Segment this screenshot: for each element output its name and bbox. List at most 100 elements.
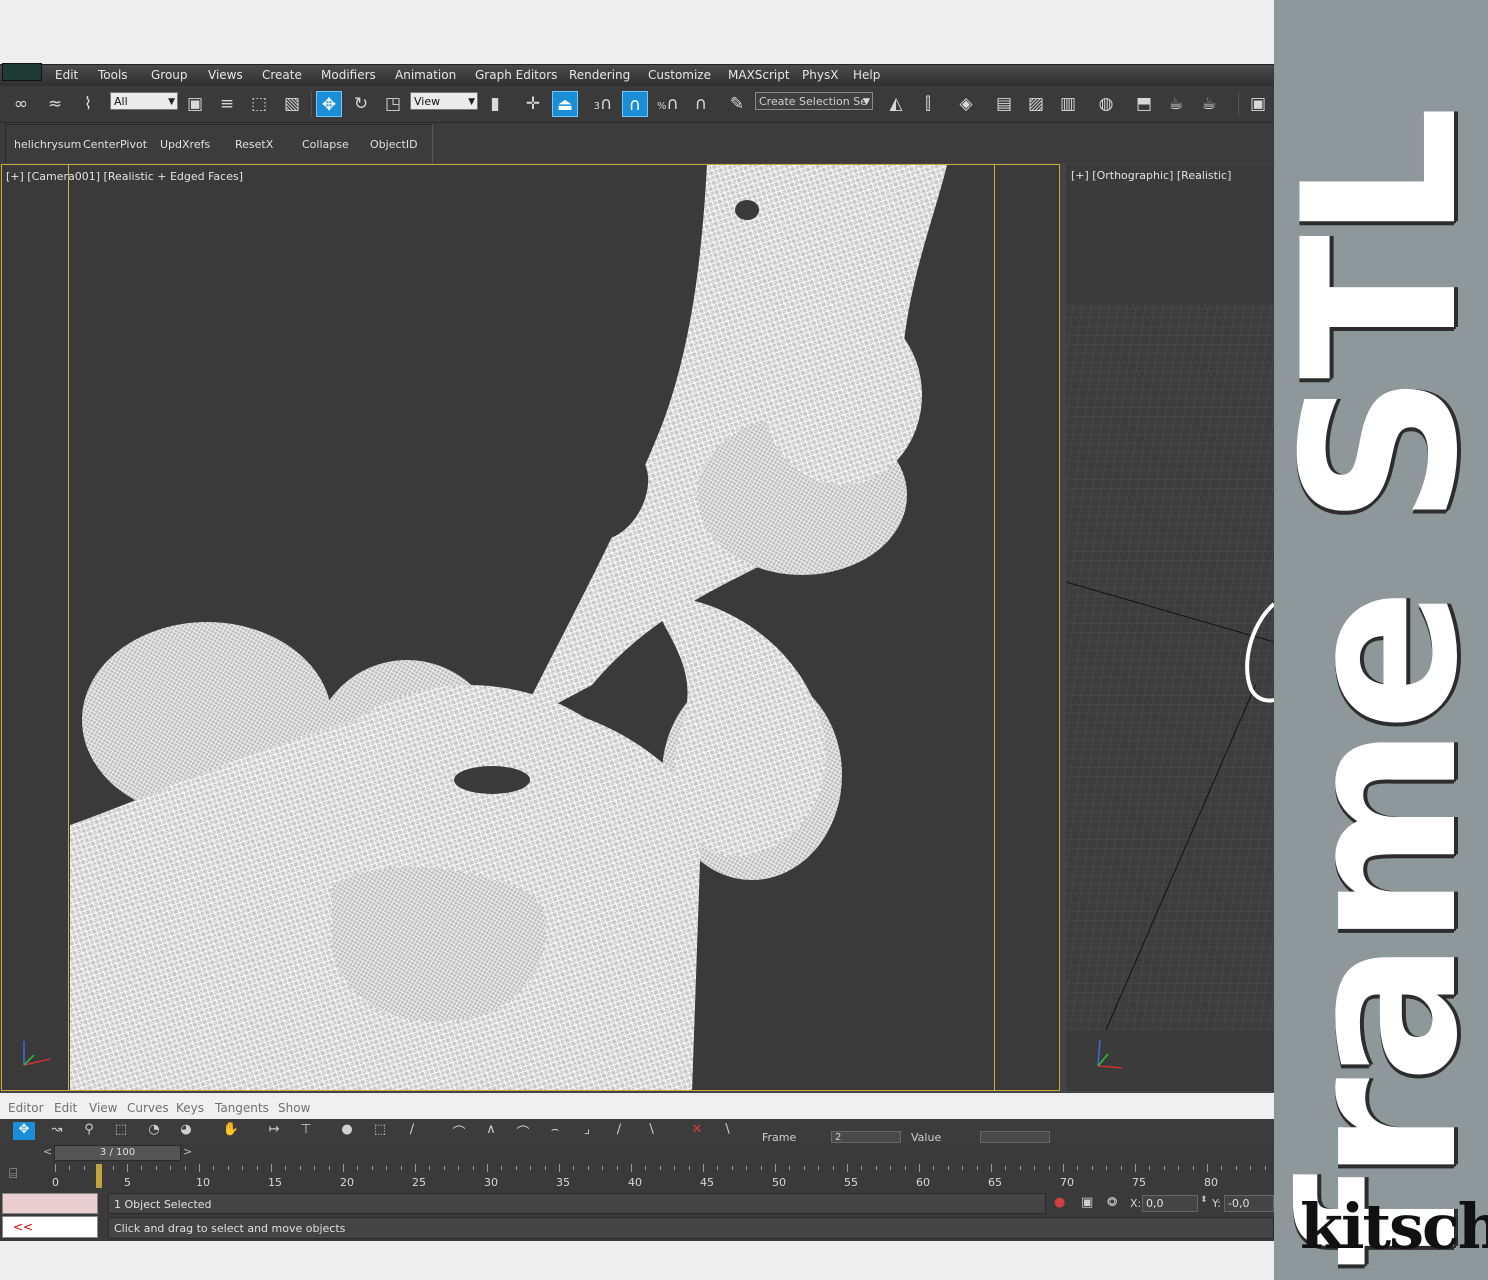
link-icon[interactable]: ∞ — [8, 91, 34, 117]
curve-menu-keys[interactable]: Keys — [176, 1101, 204, 1115]
tangent-linear-icon[interactable]: ∕ — [608, 1122, 630, 1140]
maxscript-listener-output[interactable] — [2, 1193, 98, 1214]
slide-keys-icon[interactable]: ↝ — [46, 1122, 68, 1140]
menu-modifiers[interactable]: Modifiers — [321, 68, 376, 82]
time-slider-prev[interactable]: < — [43, 1145, 52, 1158]
app-logo-icon[interactable] — [2, 63, 42, 81]
material-editor-icon[interactable]: ◍ — [1093, 91, 1119, 117]
curve-menu-editor[interactable]: Editor — [8, 1101, 44, 1115]
menu-help[interactable]: Help — [853, 68, 880, 82]
retime-icon[interactable]: ◔ — [143, 1122, 165, 1140]
y-coord-field[interactable]: -0,0 — [1224, 1195, 1274, 1212]
select-manipulate-icon[interactable]: ✛ — [520, 91, 546, 117]
rectangular-selection-icon[interactable]: ⬚ — [246, 91, 272, 117]
tangent-smooth-icon[interactable]: ∖ — [640, 1122, 662, 1140]
menu-views[interactable]: Views — [208, 68, 243, 82]
menu-physx[interactable]: PhysX — [802, 68, 838, 82]
maxscript-listener-input[interactable]: << — [2, 1216, 98, 1238]
lock-selection-icon[interactable]: ∕ — [401, 1122, 423, 1140]
menu-maxscript[interactable]: MAXScript — [728, 68, 790, 82]
tangent-spline-icon[interactable]: ∧ — [480, 1122, 502, 1140]
keyboard-shortcut-override-icon[interactable]: ⏏ — [552, 91, 578, 117]
menu-graph-editors[interactable]: Graph Editors — [475, 68, 557, 82]
menu-rendering[interactable]: Rendering — [569, 68, 630, 82]
time-slider-thumb[interactable]: 3 / 100 — [54, 1145, 181, 1161]
curve-editor-icon[interactable]: ▨ — [1023, 91, 1049, 117]
spinner-snap-icon[interactable]: ∩ — [688, 91, 714, 117]
script-button-helichrysum[interactable]: helichrysum — [14, 138, 81, 151]
frame-horizontal-icon[interactable]: ↦ — [263, 1122, 285, 1140]
curve-menu-show[interactable]: Show — [278, 1101, 310, 1115]
time-slider-next[interactable]: > — [183, 1145, 192, 1158]
curve-menu-edit[interactable]: Edit — [54, 1101, 77, 1115]
tangent-fast-icon[interactable]: ⌒ — [512, 1122, 534, 1141]
retime-all-icon[interactable]: ◕ — [175, 1122, 197, 1140]
absolute-mode-icon[interactable]: ⭗ — [1107, 1195, 1117, 1210]
trackbar-minor-tick — [1120, 1166, 1122, 1170]
script-button-objectid[interactable]: ObjectID — [370, 138, 418, 151]
unlink-icon[interactable]: ≈ — [42, 91, 68, 117]
trackbar-filter-icon[interactable]: ⌸ — [9, 1166, 33, 1186]
curve-menu-tangents[interactable]: Tangents — [215, 1101, 269, 1115]
window-crossing-icon[interactable]: ▧ — [279, 91, 305, 117]
menu-edit[interactable]: Edit — [55, 68, 78, 82]
isolate-pin-icon[interactable]: ● — [1054, 1195, 1065, 1210]
trackbar-tick — [631, 1164, 632, 1172]
percent-snap-icon[interactable]: %∩ — [655, 91, 681, 117]
insert-key-icon[interactable]: ⚲ — [78, 1122, 100, 1140]
select-and-scale-icon[interactable]: ◳ — [380, 91, 406, 117]
mirror-icon[interactable]: ◭ — [883, 91, 909, 117]
tangent-slow-icon[interactable]: ⌢ — [544, 1122, 566, 1140]
pivot-center-icon[interactable]: ▮ — [482, 91, 508, 117]
curve-editor-menubar: Editor Edit View Curves Keys Tangents Sh… — [0, 1097, 1274, 1119]
menu-create[interactable]: Create — [262, 68, 302, 82]
orthographic-viewport[interactable]: [+] [Orthographic] [Realistic] — [1066, 164, 1274, 1091]
sd-plugin-icon[interactable]: ▣ — [1245, 91, 1271, 117]
schematic-view-icon[interactable]: ▥ — [1055, 91, 1081, 117]
script-button-centerpivot[interactable]: CenterPivot — [83, 138, 147, 151]
script-button-collapse[interactable]: Collapse — [302, 138, 349, 151]
edit-named-selection-icon[interactable]: ✎ — [724, 91, 750, 117]
align-icon[interactable]: ⫿ — [915, 91, 941, 117]
tangent-step-icon[interactable]: ⌟ — [576, 1122, 598, 1140]
orthographic-viewport-label[interactable]: [+] [Orthographic] [Realistic] — [1071, 169, 1231, 182]
curve-menu-view[interactable]: View — [89, 1101, 117, 1115]
layer-manager-icon[interactable]: ◈ — [953, 91, 979, 117]
value-field[interactable] — [980, 1131, 1050, 1143]
render-frame-icon[interactable]: ☕ — [1163, 91, 1189, 117]
unify-tangents-icon[interactable]: ∖ — [716, 1122, 738, 1140]
region-zoom-icon[interactable]: ⬚ — [369, 1122, 391, 1140]
x-coord-field[interactable]: 0,0 — [1142, 1195, 1198, 1212]
menu-group[interactable]: Group — [151, 68, 188, 82]
frame-value-icon[interactable]: ⊤ — [295, 1122, 317, 1140]
trackbar-minor-tick — [1077, 1166, 1079, 1170]
select-and-rotate-icon[interactable]: ↻ — [348, 91, 374, 117]
scene-explorer-icon[interactable]: ▤ — [991, 91, 1017, 117]
snaps-toggle-icon[interactable]: 3∩ — [590, 91, 616, 117]
menu-tools[interactable]: Tools — [98, 68, 128, 82]
render-production-icon[interactable]: ☕ — [1196, 91, 1222, 117]
named-selection-dropdown[interactable]: Create Selection Se ▼ — [755, 92, 873, 110]
script-button-updxrefs[interactable]: UpdXrefs — [160, 138, 210, 151]
move-keys-icon[interactable]: ✥ — [13, 1122, 35, 1140]
bind-space-warp-icon[interactable]: ⌇ — [75, 91, 101, 117]
lock-selection-icon[interactable]: ▣ — [1081, 1195, 1093, 1210]
script-button-resetx[interactable]: ResetX — [235, 138, 273, 151]
frame-field[interactable]: 2 — [831, 1131, 901, 1143]
selection-filter-dropdown[interactable]: All ▼ — [110, 92, 178, 110]
pan-hand-icon[interactable]: ✋ — [220, 1122, 242, 1140]
select-and-move-icon[interactable]: ✥ — [316, 91, 342, 117]
angle-snap-icon[interactable]: ∩ — [622, 91, 648, 117]
menu-animation[interactable]: Animation — [395, 68, 456, 82]
select-by-name-icon[interactable]: ≡ — [214, 91, 240, 117]
break-tangents-icon[interactable]: ✕ — [686, 1122, 708, 1140]
curve-menu-curves[interactable]: Curves — [127, 1101, 169, 1115]
region-select-icon[interactable]: ⬚ — [110, 1122, 132, 1140]
x-spinner-icon[interactable]: ⬍ — [1200, 1195, 1208, 1205]
select-object-icon[interactable]: ▣ — [182, 91, 208, 117]
tangent-auto-icon[interactable]: ⌒ — [448, 1122, 470, 1141]
menu-customize[interactable]: Customize — [648, 68, 711, 82]
reference-coordinate-dropdown[interactable]: View ▼ — [410, 92, 478, 110]
render-setup-icon[interactable]: ⬒ — [1131, 91, 1157, 117]
isolate-curve-icon[interactable]: ● — [336, 1122, 358, 1140]
